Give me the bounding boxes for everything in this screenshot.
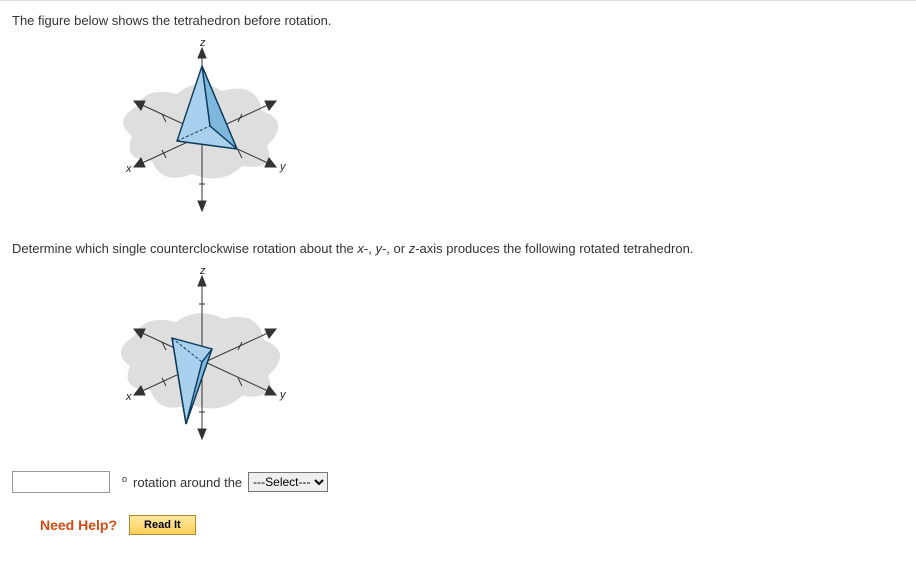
question-suffix: -axis produces the following rotated tet… [415, 241, 693, 256]
question-container: The figure below shows the tetrahedron b… [0, 0, 916, 555]
axis-select[interactable]: ---Select--- [248, 472, 328, 492]
need-help-label: Need Help? [40, 517, 117, 533]
axis-label-z-2: z [199, 265, 206, 277]
question-prefix: Determine which single counterclockwise … [12, 241, 357, 256]
axis-label-y-2: y [279, 389, 287, 401]
sep-1: -, [364, 241, 376, 256]
read-it-button[interactable]: Read It [129, 515, 196, 535]
angle-input[interactable] [12, 471, 110, 493]
help-row: Need Help? Read It [40, 515, 904, 535]
axis-label-x: x [125, 163, 132, 175]
rotation-text: rotation around the [133, 475, 242, 490]
question-text: Determine which single counterclockwise … [12, 241, 904, 256]
axis-label-z: z [199, 37, 206, 49]
tetrahedron-after-svg: z y x [102, 264, 302, 454]
intro-text: The figure below shows the tetrahedron b… [12, 13, 904, 28]
answer-row: o rotation around the ---Select--- [12, 471, 904, 493]
degree-symbol: o [122, 474, 127, 484]
tetrahedron-before-svg: z y x [102, 36, 302, 226]
figure-after: z y x [102, 264, 904, 457]
axis-label-y: y [279, 161, 287, 173]
sep-2: -, or [382, 241, 409, 256]
axis-label-x-2: x [125, 391, 132, 403]
figure-before: z y x [102, 36, 904, 229]
